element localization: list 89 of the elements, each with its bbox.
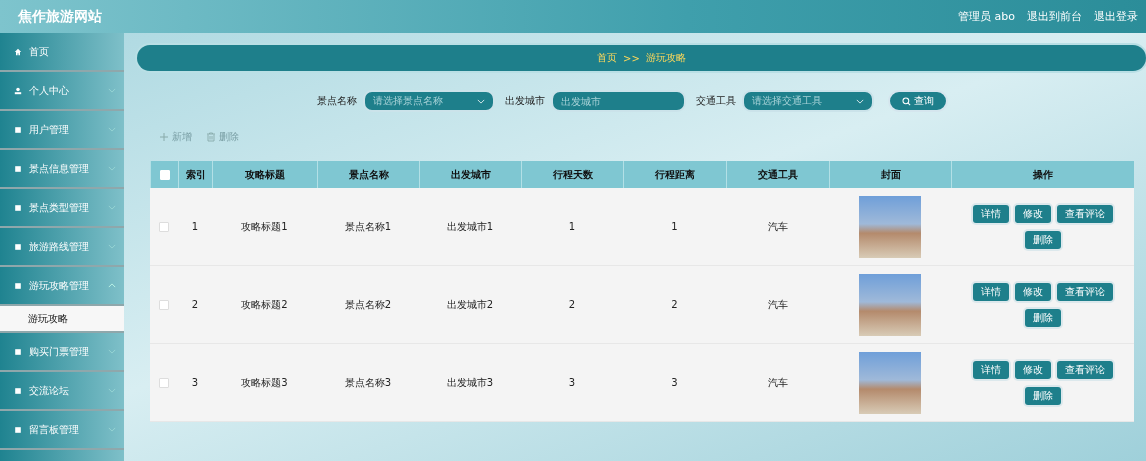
menu-icon: [14, 425, 22, 434]
table-cell: 3: [568, 377, 576, 388]
sidebar-item[interactable]: 景点类型管理: [0, 189, 124, 228]
table-cell: 2: [191, 299, 199, 310]
photo-placeholder: [859, 195, 921, 258]
table-cell: 攻略标题2: [241, 297, 288, 312]
sidebar-item[interactable]: 首页: [0, 33, 124, 72]
checkbox[interactable]: [159, 299, 169, 310]
menu-icon: [14, 281, 22, 290]
menu-icon: [14, 203, 22, 212]
column-header: 行程天数: [521, 161, 623, 188]
field-label: 景点名称: [317, 94, 357, 108]
header-link[interactable]: 退出到前台: [1027, 9, 1082, 24]
site-title: 焦作旅游网站: [18, 7, 102, 26]
table-cell: 出发城市2: [446, 297, 494, 312]
trash-icon: [206, 132, 216, 142]
photo-placeholder: [859, 273, 921, 336]
column-header: 交通工具: [726, 161, 829, 188]
menu-icon: [14, 164, 22, 173]
caret-icon: [856, 98, 864, 104]
field-label: 交通工具: [696, 94, 736, 108]
action-button[interactable]: 查看评论: [1056, 282, 1113, 301]
column-header: 封面: [829, 161, 951, 188]
table-cell: 出发城市3: [446, 375, 494, 390]
table-cell: 3: [191, 377, 199, 388]
table-cell: 2: [671, 299, 678, 310]
action-button[interactable]: 修改: [1014, 204, 1051, 223]
table-cell: 3: [671, 377, 678, 388]
sidebar-item[interactable]: 个人中心: [0, 72, 124, 111]
delete-button[interactable]: 删除: [206, 130, 239, 144]
table-cell: 2: [568, 299, 576, 310]
action-button[interactable]: 修改: [1014, 282, 1051, 301]
table-cell: 1: [191, 221, 199, 232]
menu-icon: [14, 125, 22, 134]
sidebar-item[interactable]: 景点信息管理: [0, 150, 124, 189]
action-button[interactable]: 删除: [1024, 308, 1061, 327]
checkbox[interactable]: [159, 221, 169, 232]
action-button[interactable]: 查看评论: [1056, 360, 1113, 379]
plus-icon: [159, 132, 169, 142]
column-header: 攻略标题: [212, 161, 317, 188]
breadcrumb-link[interactable]: 首页: [597, 51, 618, 65]
input-field[interactable]: 出发城市: [551, 90, 686, 112]
table-cell: 攻略标题3: [241, 375, 288, 390]
submenu-item[interactable]: 游玩攻略: [0, 306, 124, 333]
column-header: 景点名称: [317, 161, 419, 188]
column-header: 索引: [178, 161, 212, 188]
table-cell: 汽车: [767, 297, 788, 312]
table-cell: 汽车: [767, 219, 788, 234]
select-field[interactable]: 请选择景点名称: [363, 90, 495, 112]
add-button[interactable]: 新增: [159, 130, 192, 144]
action-button[interactable]: 详情: [972, 282, 1009, 301]
select-field[interactable]: 请选择交通工具: [742, 90, 874, 112]
home-icon: [14, 47, 22, 56]
header-link[interactable]: 退出登录: [1094, 9, 1138, 24]
user-icon: [14, 86, 22, 95]
table-cell: 景点名称2: [344, 297, 392, 312]
sidebar-item[interactable]: 购买门票管理: [0, 333, 124, 372]
table-cell: 景点名称1: [344, 219, 392, 234]
sidebar-item[interactable]: 交流论坛: [0, 372, 124, 411]
photo-placeholder: [859, 351, 921, 414]
action-button[interactable]: 删除: [1024, 386, 1061, 405]
caret-icon: [477, 98, 485, 104]
action-button[interactable]: 详情: [972, 360, 1009, 379]
search-icon: [902, 96, 911, 106]
menu-icon: [14, 347, 22, 356]
column-header: 操作: [951, 161, 1134, 188]
admin-name: 管理员 abo: [958, 9, 1015, 24]
breadcrumb-separator: >>: [623, 52, 640, 64]
column-header: 行程距离: [623, 161, 726, 188]
action-button[interactable]: 详情: [972, 204, 1009, 223]
column-header: 出发城市: [419, 161, 521, 188]
action-button[interactable]: 查看评论: [1056, 204, 1113, 223]
table-cell: 景点名称3: [344, 375, 392, 390]
action-button[interactable]: 删除: [1024, 230, 1061, 249]
action-button[interactable]: 修改: [1014, 360, 1051, 379]
checkbox[interactable]: [159, 377, 169, 388]
menu-icon: [14, 242, 22, 251]
table-cell: 汽车: [767, 375, 788, 390]
sidebar-item[interactable]: 旅游路线管理: [0, 228, 124, 267]
breadcrumb-current: 游玩攻略: [645, 51, 686, 65]
table-cell: 攻略标题1: [241, 219, 288, 234]
sidebar-item[interactable]: 留言板管理: [0, 411, 124, 450]
field-label: 出发城市: [505, 94, 545, 108]
sidebar-item[interactable]: 用户管理: [0, 111, 124, 150]
table-cell: 出发城市1: [446, 219, 494, 234]
table-cell: 1: [568, 221, 576, 232]
table-cell: 1: [671, 221, 678, 232]
search-button[interactable]: 查询: [888, 90, 948, 112]
menu-icon: [14, 386, 22, 395]
